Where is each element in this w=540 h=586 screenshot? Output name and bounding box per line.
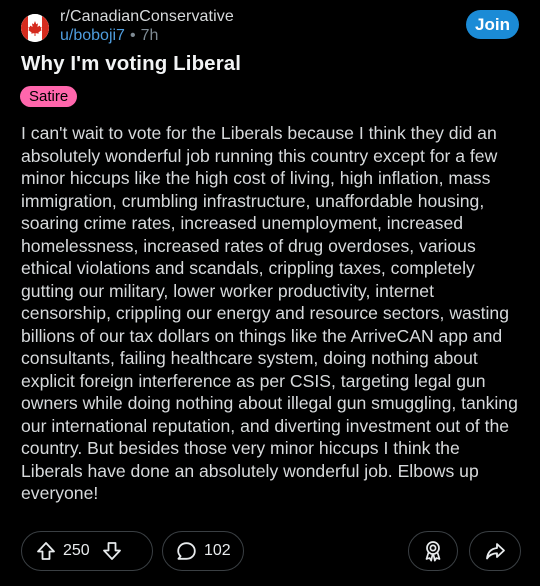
upvote-arrow-icon[interactable]	[36, 541, 56, 561]
subreddit-name[interactable]: r/CanadianConservative	[60, 7, 234, 26]
share-arrow-icon	[485, 541, 506, 561]
post-flair[interactable]: Satire	[20, 86, 78, 107]
post-header: r/CanadianConservative u/boboji7 • 7h	[21, 7, 234, 45]
vote-control: 250	[21, 531, 153, 571]
share-button[interactable]	[469, 531, 521, 571]
post-time: 7h	[140, 27, 159, 44]
post-meta: r/CanadianConservative u/boboji7 • 7h	[60, 7, 234, 45]
post-body: I can't wait to vote for the Liberals be…	[21, 123, 518, 503]
author-line: u/boboji7 • 7h	[60, 26, 234, 45]
meta-separator: •	[129, 27, 136, 44]
comment-bubble-icon	[176, 541, 197, 562]
comment-count: 102	[204, 542, 231, 559]
vote-score: 250	[63, 542, 90, 559]
award-icon	[423, 540, 443, 562]
post-card: r/CanadianConservative u/boboji7 • 7h Jo…	[0, 0, 540, 586]
join-button[interactable]: Join	[466, 10, 519, 39]
comments-button[interactable]: 102	[162, 531, 244, 571]
post-action-bar: 250 102	[21, 531, 521, 571]
award-button[interactable]	[408, 531, 458, 571]
post-title: Why I'm voting Liberal	[21, 52, 242, 75]
canada-flag-icon[interactable]	[21, 14, 49, 42]
author-username[interactable]: u/boboji7	[60, 26, 125, 45]
downvote-arrow-icon[interactable]	[102, 541, 122, 561]
